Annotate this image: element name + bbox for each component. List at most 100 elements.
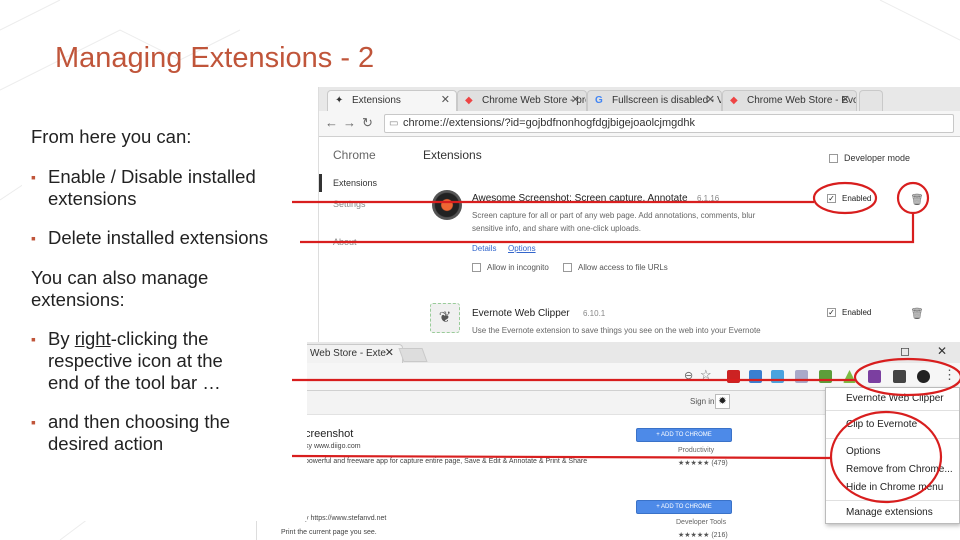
right-link[interactable]: right	[75, 328, 111, 349]
close-icon[interactable]: ✕	[571, 91, 580, 110]
checkbox[interactable]	[472, 263, 481, 273]
store-item-title[interactable]: creenshot	[305, 428, 353, 440]
trash-icon[interactable]: 🗑	[910, 307, 924, 320]
checkbox[interactable]	[829, 154, 838, 164]
enabled-checkbox[interactable]: ✓ Enabled	[827, 194, 872, 204]
onenote-extension-icon[interactable]	[868, 370, 881, 383]
address-bar[interactable]: ▭ chrome://extensions/?id=gojbdfnonhogfd…	[384, 114, 954, 133]
option-label: Allow in incognito	[487, 263, 549, 272]
sidebar-item-settings[interactable]: Settings	[333, 199, 366, 209]
tab-webstore-evernote[interactable]: ◆ Chrome Web Store - Evo ✕	[722, 90, 857, 111]
new-tab-button[interactable]	[859, 90, 883, 111]
forward-icon[interactable]: →	[343, 115, 356, 130]
google-icon: G	[595, 95, 603, 106]
options-link[interactable]: Options	[508, 244, 536, 253]
sidebar-item-extensions[interactable]: Extensions	[333, 178, 377, 188]
menu-separator	[826, 500, 959, 501]
tab-extensions[interactable]: ✦ Extensions ✕	[327, 90, 457, 111]
extension-icon[interactable]	[727, 370, 740, 383]
menu-separator	[826, 410, 959, 411]
awesome-screenshot-extension-icon[interactable]	[917, 370, 930, 383]
close-icon[interactable]: ✕	[441, 91, 450, 110]
evernote-extension-icon[interactable]	[893, 370, 906, 383]
option-label: Allow access to file URLs	[578, 263, 668, 272]
close-window-icon[interactable]: ✕	[937, 344, 947, 358]
store-item-rating: ★★★★★ (216)	[678, 532, 728, 539]
reload-icon[interactable]: ↻	[362, 115, 373, 131]
menu-item-evernote-web-clipper[interactable]: Evernote Web Clipper	[846, 393, 944, 404]
bullet-choose-action: and then choosing the desired action	[31, 411, 230, 455]
details-link[interactable]: Details	[472, 244, 496, 253]
developer-mode-toggle[interactable]: Developer mode	[829, 153, 911, 164]
print-extension-icon[interactable]	[795, 370, 808, 383]
bullet-text: By	[48, 328, 75, 349]
tab-webstore[interactable]: ◆ Chrome Web Store - pro ✕	[457, 90, 587, 111]
sign-in-link[interactable]: Sign in	[690, 397, 714, 406]
also-manage-text: You can also manage extensions:	[31, 267, 208, 311]
zoom-icon[interactable]: ⊖	[684, 369, 693, 382]
checkbox[interactable]: ✓	[827, 194, 836, 204]
enabled-checkbox[interactable]: ✓ Enabled	[827, 308, 872, 318]
restore-icon[interactable]: ◻	[900, 344, 910, 358]
menu-icon[interactable]: ⋮	[943, 367, 956, 383]
developer-mode-label: Developer mode	[844, 153, 911, 163]
tab-fullscreen[interactable]: G Fullscreen is disabled - V ✕	[587, 90, 722, 111]
menu-item-options[interactable]: Options	[846, 446, 880, 457]
webstore-icon: ◆	[730, 95, 738, 106]
extension-icon[interactable]	[819, 370, 832, 383]
add-to-chrome-button[interactable]: + ADD TO CHROME	[636, 428, 732, 442]
allow-incognito-option[interactable]: Allow in incognito	[472, 263, 549, 273]
menu-separator	[826, 438, 959, 439]
close-icon[interactable]: ✕	[706, 91, 715, 110]
extension-name: Evernote Web Clipper	[472, 308, 570, 319]
slide-title: Managing Extensions - 2	[55, 42, 375, 74]
extension-icon[interactable]	[749, 370, 762, 383]
menu-item-hide-in-chrome-menu[interactable]: Hide in Chrome menu	[846, 482, 943, 493]
sidebar-item-about[interactable]: About	[333, 237, 357, 247]
enabled-label: Enabled	[842, 308, 872, 317]
bookmark-star-icon[interactable]: ☆	[700, 367, 712, 383]
extension-context-menu: Evernote Web Clipper Clip to Evernote Op…	[825, 387, 960, 524]
store-item-description: Print the current page you see.	[281, 529, 377, 536]
allow-file-urls-option[interactable]: Allow access to file URLs	[563, 263, 668, 273]
menu-item-clip-to-evernote[interactable]: Clip to Evernote	[846, 419, 917, 430]
bullet-text: extensions	[48, 188, 137, 209]
extension-version: 6.10.1	[583, 309, 606, 318]
store-item-category: Developer Tools	[676, 519, 727, 526]
bullet-text: and then choosing the	[48, 411, 231, 432]
para-text: You can also manage	[31, 267, 209, 288]
para-text: extensions:	[31, 289, 125, 310]
extension-name: Awesome Screenshot: Screen capture, Anno…	[472, 193, 688, 204]
bullet-text: respective icon at the	[48, 350, 223, 371]
menu-item-manage-extensions[interactable]: Manage extensions	[846, 507, 933, 518]
extension-icon[interactable]	[843, 370, 856, 383]
tab-label: Extensions	[352, 95, 401, 106]
menu-item-remove-from-chrome[interactable]: Remove from Chrome...	[846, 464, 953, 475]
address-toolbar: ← → ↻ ▭ chrome://extensions/?id=gojbdfno…	[319, 111, 960, 137]
back-icon[interactable]: ←	[325, 115, 338, 130]
tab-label: Web Store - Exte	[310, 348, 386, 359]
webstore-icon: ◆	[465, 95, 473, 106]
trash-icon[interactable]: 🗑	[910, 193, 924, 206]
close-icon[interactable]: ✕	[841, 91, 850, 110]
enabled-label: Enabled	[842, 194, 872, 203]
page-icon: ▭	[389, 118, 399, 129]
bullet-text: Delete installed extensions	[48, 227, 269, 248]
url-text: chrome://extensions/?id=gojbdfnonhogfdgj…	[403, 117, 696, 129]
new-tab-button[interactable]	[398, 348, 428, 362]
checkbox[interactable]	[563, 263, 572, 273]
bullet-text: Enable / Disable installed	[48, 166, 256, 187]
add-to-chrome-button[interactable]: + ADD TO CHROME	[636, 500, 732, 514]
page-title: Extensions	[423, 148, 482, 162]
checkbox[interactable]: ✓	[827, 308, 836, 318]
chrome-brand: Chrome	[333, 148, 376, 162]
awesome-screenshot-logo	[432, 190, 462, 220]
bullet-text: -clicking the	[110, 328, 209, 349]
store-item-description: powerful and freeware app for capture en…	[305, 458, 588, 465]
bullet-text: desired action	[48, 433, 164, 454]
gear-icon[interactable]: ✹	[715, 394, 730, 409]
extension-description: Screen capture for all or part of any we…	[472, 209, 822, 235]
close-icon[interactable]: ✕	[385, 345, 394, 362]
extension-icon[interactable]	[771, 370, 784, 383]
puzzle-icon: ✦	[335, 95, 344, 106]
